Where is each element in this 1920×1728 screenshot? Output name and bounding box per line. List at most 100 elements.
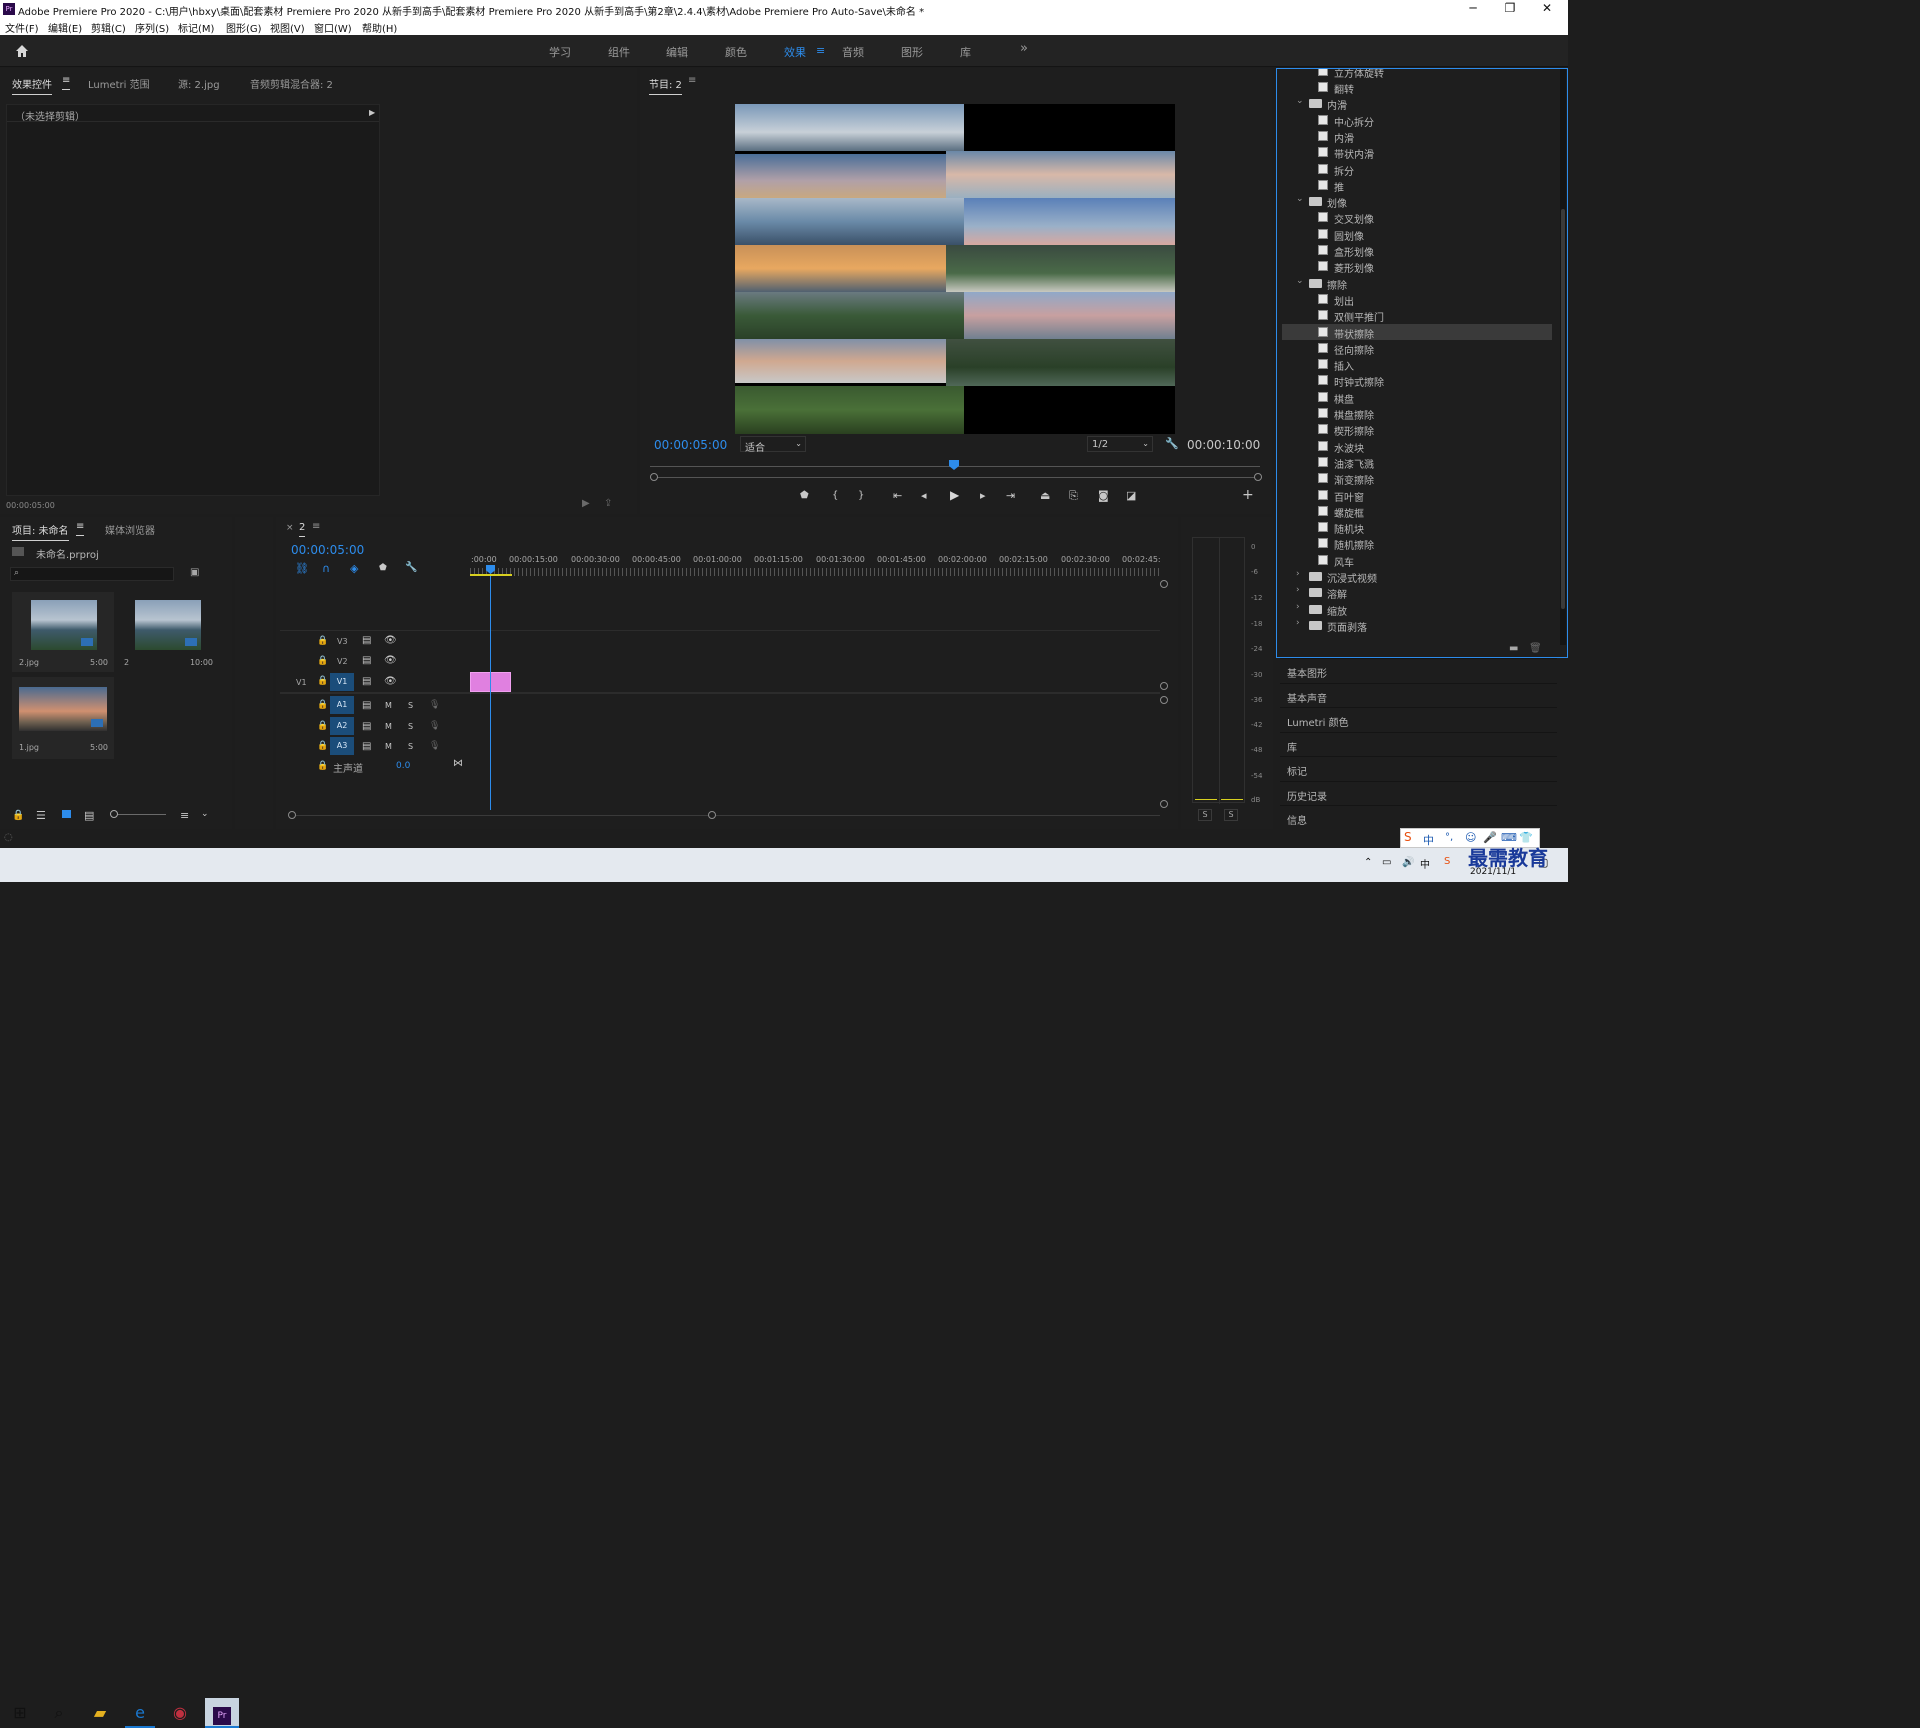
panel-tab-4[interactable]: 标记 — [1280, 756, 1557, 780]
tray-chevron-icon[interactable]: ⌃ — [1364, 857, 1372, 868]
sync-lock-icon[interactable]: ▤ — [362, 655, 371, 666]
effect-item[interactable]: 立方体旋转 — [1282, 69, 1552, 80]
effect-item[interactable]: 油漆飞溅 — [1282, 454, 1552, 471]
source-patch-v1[interactable]: V1 — [296, 678, 307, 687]
effect-item[interactable]: 中心拆分 — [1282, 112, 1552, 129]
mic-icon[interactable]: 🎙 — [429, 721, 440, 731]
sync-lock-icon[interactable]: ▤ — [362, 741, 371, 752]
program-menu-icon[interactable]: ≡ — [688, 75, 696, 86]
more-workspaces-icon[interactable]: » — [1020, 41, 1028, 56]
freeform-view-icon[interactable]: ▤ — [84, 809, 94, 822]
add-marker-icon[interactable]: ⬟ — [379, 563, 387, 573]
panel-tab-6[interactable]: 信息 — [1280, 805, 1557, 829]
solo-button[interactable]: S — [408, 722, 413, 731]
resolution-dropdown[interactable]: 1/2 ⌄ — [1087, 436, 1153, 452]
effect-folder[interactable]: ⌄ 划像 — [1282, 193, 1552, 210]
go-to-in-icon[interactable]: ⇤ — [893, 489, 902, 502]
go-to-end-icon[interactable]: ⋈ — [453, 758, 463, 769]
add-marker-icon[interactable]: ⬟ — [800, 490, 809, 501]
effect-folder[interactable]: › 缩放 — [1282, 601, 1552, 618]
track-v1-label[interactable]: V1 — [330, 673, 354, 691]
workspace-assembly[interactable]: 组件 — [608, 44, 630, 60]
track-a3-label[interactable]: A3 — [330, 737, 354, 755]
zoom-scrollbar[interactable] — [650, 477, 1262, 478]
lock-icon[interactable]: 🔒 — [317, 700, 328, 710]
fit-dropdown[interactable]: 适合 ⌄ — [740, 436, 806, 454]
panel-menu-icon[interactable]: ≡ — [62, 75, 71, 90]
effect-folder[interactable]: › 页面剥落 — [1282, 617, 1552, 634]
effect-item[interactable]: 翻转 — [1282, 79, 1552, 96]
new-bin-icon[interactable]: ▬ — [1509, 643, 1518, 654]
tab-effect-controls[interactable]: 效果控件 — [12, 76, 52, 95]
scroll-handle-left[interactable] — [288, 811, 296, 819]
sogou-icon[interactable]: S — [1444, 856, 1450, 867]
scroll-handle-right[interactable] — [708, 811, 716, 819]
solo-button[interactable]: S — [408, 701, 413, 710]
lock-icon[interactable]: 🔒 — [317, 721, 328, 731]
effect-item[interactable]: 插入 — [1282, 356, 1552, 373]
eye-icon[interactable]: 👁 — [384, 655, 397, 666]
extract-icon[interactable]: ⎘ — [1069, 489, 1078, 503]
menu-window[interactable]: 窗口(W) — [314, 20, 352, 35]
project-item[interactable]: 2 10:00 — [117, 592, 219, 672]
panel-tab-5[interactable]: 历史记录 — [1280, 780, 1557, 805]
premiere-taskbar-icon[interactable]: Pr — [205, 1698, 239, 1728]
lock-icon[interactable]: 🔒 — [317, 656, 328, 666]
workspace-effects[interactable]: 效果 — [784, 44, 806, 60]
chevron-right-icon[interactable]: › — [1296, 602, 1300, 612]
workspace-menu-icon[interactable]: ≡ — [816, 44, 825, 57]
lock-icon[interactable]: 🔒 — [317, 761, 328, 771]
step-forward-icon[interactable]: ▸ — [980, 489, 986, 502]
effect-item[interactable]: 渐变擦除 — [1282, 470, 1552, 487]
mute-button[interactable]: M — [385, 742, 392, 751]
effects-tree[interactable]: 立方体旋转 翻转 ⌄ 内滑 中心拆分 内滑 带状内滑 拆分推 ⌄ 划像 交叉划像 圆划像 盒形划像 菱形… — [1282, 69, 1552, 645]
effect-item[interactable]: 百叶窗 — [1282, 487, 1552, 504]
effect-item[interactable]: 盒形划像 — [1282, 242, 1552, 259]
effect-folder[interactable]: ⌄ 擦除 — [1282, 275, 1552, 292]
chevron-down-icon[interactable]: ⌄ — [1296, 276, 1304, 286]
panel-tab-2[interactable]: Lumetri 颜色 — [1280, 707, 1557, 731]
add-button-icon[interactable]: + — [1242, 487, 1254, 503]
effect-item[interactable]: 随机块 — [1282, 519, 1552, 536]
mark-out-icon[interactable]: } — [858, 490, 864, 501]
solo-button[interactable]: S — [408, 742, 413, 751]
eye-icon[interactable]: 👁 — [384, 635, 397, 646]
nest-icon[interactable]: ⛓ — [295, 562, 309, 575]
play-icon[interactable]: ▶ — [950, 488, 959, 502]
list-view-icon[interactable]: ☰ — [36, 809, 46, 822]
track-v2-label[interactable]: V2 — [337, 657, 348, 666]
linked-selection-icon[interactable]: ◈ — [350, 562, 358, 575]
effect-folder[interactable]: › 沉浸式视频 — [1282, 568, 1552, 585]
effect-item[interactable]: 内滑 — [1282, 128, 1552, 145]
menu-file[interactable]: 文件(F) — [5, 20, 39, 35]
timeline-timecode[interactable]: 00:00:05:00 — [291, 543, 364, 557]
vertical-scroll-handle[interactable] — [1160, 696, 1168, 704]
snap-icon[interactable]: ∩ — [322, 562, 330, 575]
vertical-scroll-handle[interactable] — [1160, 682, 1168, 690]
tab-audio-clip-mixer[interactable]: 音频剪辑混合器: 2 — [250, 76, 333, 91]
effect-item[interactable]: 拆分 — [1282, 161, 1552, 178]
network-icon[interactable]: ▭ — [1382, 857, 1391, 868]
minimize-button[interactable]: ─ — [1463, 1, 1483, 15]
workspace-learn[interactable]: 学习 — [549, 44, 571, 60]
effect-item[interactable]: 径向擦除 — [1282, 340, 1552, 357]
solo-left-button[interactable]: S — [1198, 809, 1212, 821]
effect-item[interactable]: 带状内滑 — [1282, 144, 1552, 161]
tab-media-browser[interactable]: 媒体浏览器 — [105, 522, 155, 537]
effect-folder[interactable]: ⌄ 内滑 — [1282, 95, 1552, 112]
close-button[interactable]: ✕ — [1537, 1, 1557, 15]
windows-start-icon[interactable]: ⊞ — [5, 1698, 35, 1728]
project-search-input[interactable]: ⌕ — [10, 567, 174, 581]
expand-arrow-icon[interactable]: ▶ — [369, 108, 375, 117]
tab-source[interactable]: 源: 2.jpg — [178, 76, 220, 91]
trash-icon[interactable]: 🗑 — [1529, 643, 1542, 654]
project-menu-icon[interactable]: ≡ — [76, 521, 85, 536]
chevron-right-icon[interactable]: › — [1296, 585, 1300, 595]
comparison-view-icon[interactable]: ◪ — [1126, 489, 1136, 502]
chevron-down-icon[interactable]: ⌄ — [1296, 194, 1304, 204]
mark-in-icon[interactable]: { — [832, 490, 838, 501]
vertical-scroll-handle[interactable] — [1160, 580, 1168, 588]
chevron-down-icon[interactable]: ⌄ — [201, 809, 209, 819]
horizontal-scrollbar[interactable] — [288, 815, 1160, 816]
step-back-icon[interactable]: ◂ — [921, 489, 927, 502]
